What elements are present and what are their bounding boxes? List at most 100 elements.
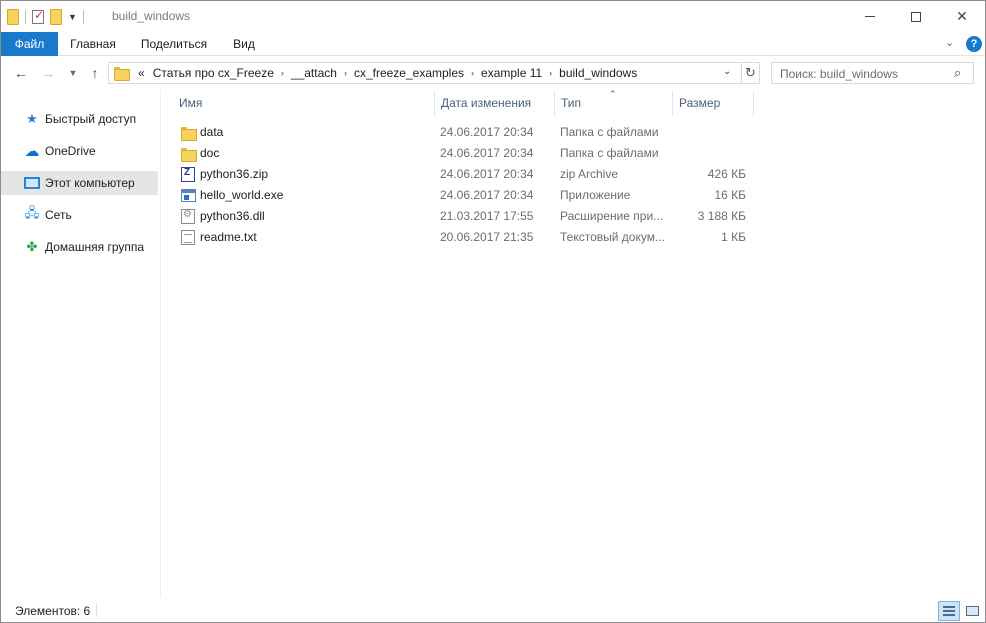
sidebar-item-network[interactable]: 🖧 Сеть (1, 203, 158, 227)
file-size: 16 КБ (714, 188, 746, 202)
file-type: Текстовый докум... (560, 230, 664, 244)
file-name: data (200, 125, 224, 139)
table-row[interactable]: doc 24.06.2017 20:34 Папка с файлами (173, 143, 754, 164)
breadcrumb-overflow[interactable]: « (134, 66, 149, 80)
file-type: Приложение (560, 188, 631, 202)
file-date: 24.06.2017 20:34 (440, 167, 534, 181)
details-view-button[interactable] (938, 601, 960, 621)
quick-access-toolbar: ▼ (7, 7, 84, 27)
file-list: ⌃ Имя Дата изменения Тип Размер data 24.… (161, 89, 985, 597)
folder-icon (181, 148, 197, 162)
toolbar-separator (82, 10, 84, 24)
sidebar-item-label: Быстрый доступ (45, 112, 137, 126)
breadcrumb-chevron-icon[interactable]: › (341, 68, 350, 78)
file-date: 24.06.2017 20:34 (440, 146, 534, 160)
table-row[interactable]: python36.dll 21.03.2017 17:55 Расширение… (173, 206, 754, 227)
network-icon: 🖧 (24, 205, 40, 220)
toolbar-separator (25, 10, 26, 24)
tab-home[interactable]: Главная (58, 32, 128, 56)
refresh-button[interactable]: ↻ (741, 62, 759, 84)
sidebar-item-homegroup[interactable]: ✤ Домашняя группа (1, 235, 158, 259)
search-icon[interactable]: ⌕ (954, 65, 961, 81)
cloud-icon: ☁ (24, 143, 40, 160)
address-bar[interactable]: « Статья про cx_Freeze › __attach › cx_f… (108, 62, 760, 84)
column-header-name[interactable]: Имя (173, 91, 435, 116)
sidebar-item-label: Домашняя группа (45, 240, 145, 254)
new-folder-icon[interactable] (50, 9, 62, 25)
arrow-right-icon: → (41, 65, 55, 81)
large-icons-view-button[interactable] (961, 601, 983, 621)
refresh-icon: ↻ (745, 65, 756, 80)
column-header-type[interactable]: Тип (555, 91, 673, 116)
file-date: 24.06.2017 20:34 (440, 125, 534, 139)
column-header-size[interactable]: Размер (673, 91, 754, 116)
sidebar-item-onedrive[interactable]: ☁ OneDrive (1, 139, 158, 163)
close-icon: ✕ (956, 8, 968, 24)
sidebar-item-label: Сеть (45, 208, 72, 222)
breadcrumb-item[interactable]: build_windows (555, 66, 641, 80)
dll-icon (181, 209, 195, 224)
maximize-button[interactable] (893, 1, 939, 32)
ribbon-tabs: Файл Главная Поделиться Вид ⌄ ? (1, 32, 985, 56)
breadcrumb-chevron-icon[interactable]: › (468, 68, 477, 78)
large-icons-view-icon (965, 606, 979, 616)
breadcrumb-chevron-icon[interactable]: › (546, 68, 555, 78)
file-type: Расширение при... (560, 209, 664, 223)
breadcrumb-item[interactable]: example 11 (477, 66, 546, 80)
sidebar-item-label: Этот компьютер (45, 176, 135, 190)
chevron-down-icon: ▼ (68, 68, 78, 78)
folder-icon (181, 127, 197, 141)
navigation-pane: ★ Быстрый доступ ☁ OneDrive Этот компьют… (1, 89, 161, 597)
table-row[interactable]: python36.zip 24.06.2017 20:34 zip Archiv… (173, 164, 754, 185)
search-box[interactable]: ⌕ (771, 62, 974, 84)
navigation-bar: ← → ▼ ↑ « Статья про cx_Freeze › __attac… (1, 57, 985, 89)
table-row[interactable]: hello_world.exe 24.06.2017 20:34 Приложе… (173, 185, 754, 206)
file-name: python36.zip (200, 167, 269, 181)
up-button[interactable]: ↑ (85, 63, 105, 83)
breadcrumb-item[interactable]: cx_freeze_examples (350, 66, 468, 80)
table-row[interactable]: data 24.06.2017 20:34 Папка с файлами (173, 122, 754, 143)
minimize-button[interactable] (847, 1, 893, 32)
column-header-date[interactable]: Дата изменения (435, 91, 555, 116)
tab-file[interactable]: Файл (1, 32, 58, 56)
close-button[interactable]: ✕ (939, 1, 985, 32)
help-icon[interactable]: ? (966, 36, 982, 52)
file-date: 20.06.2017 21:35 (440, 230, 534, 244)
status-bar: Элементов: 6 (1, 598, 985, 622)
arrow-left-icon: ← (14, 65, 28, 81)
file-date: 24.06.2017 20:34 (440, 188, 534, 202)
window-title: build_windows (112, 9, 191, 23)
status-separator (96, 603, 97, 617)
text-file-icon (181, 230, 195, 245)
file-name: hello_world.exe (200, 188, 284, 202)
tab-view[interactable]: Вид (220, 32, 268, 56)
folder-icon[interactable] (7, 9, 19, 25)
search-input[interactable] (780, 66, 950, 81)
recent-locations-button[interactable]: ▼ (63, 63, 83, 83)
tab-share[interactable]: Поделиться (128, 32, 220, 56)
forward-button[interactable]: → (38, 63, 58, 83)
explorer-window: ▼ build_windows ✕ Файл Главная Поделитьс… (0, 0, 986, 623)
sidebar-item-quick-access[interactable]: ★ Быстрый доступ (1, 107, 158, 131)
file-size: 426 КБ (707, 167, 746, 181)
arrow-up-icon: ↑ (91, 65, 99, 81)
back-button[interactable]: ← (11, 63, 31, 83)
address-history-dropdown-icon[interactable]: ⌄ (723, 66, 731, 77)
breadcrumb-item[interactable]: Статья про cx_Freeze (149, 66, 278, 80)
expand-ribbon-chevron-icon[interactable]: ⌄ (945, 36, 954, 49)
sidebar-item-this-pc[interactable]: Этот компьютер (1, 171, 158, 195)
breadcrumb-item[interactable]: __attach (287, 66, 341, 80)
file-size: 1 КБ (721, 230, 746, 244)
homegroup-icon: ✤ (26, 239, 38, 254)
folder-icon (114, 67, 130, 81)
zip-archive-icon (181, 167, 195, 182)
file-type: Папка с файлами (560, 125, 659, 139)
minimize-icon (865, 16, 875, 17)
table-row[interactable]: readme.txt 20.06.2017 21:35 Текстовый до… (173, 227, 754, 248)
properties-icon[interactable] (32, 8, 44, 24)
file-name: python36.dll (200, 209, 265, 223)
file-size: 3 188 КБ (697, 209, 746, 223)
maximize-icon (911, 11, 921, 22)
customize-toolbar-dropdown-icon[interactable]: ▼ (68, 12, 77, 22)
breadcrumb-chevron-icon[interactable]: › (278, 68, 287, 78)
